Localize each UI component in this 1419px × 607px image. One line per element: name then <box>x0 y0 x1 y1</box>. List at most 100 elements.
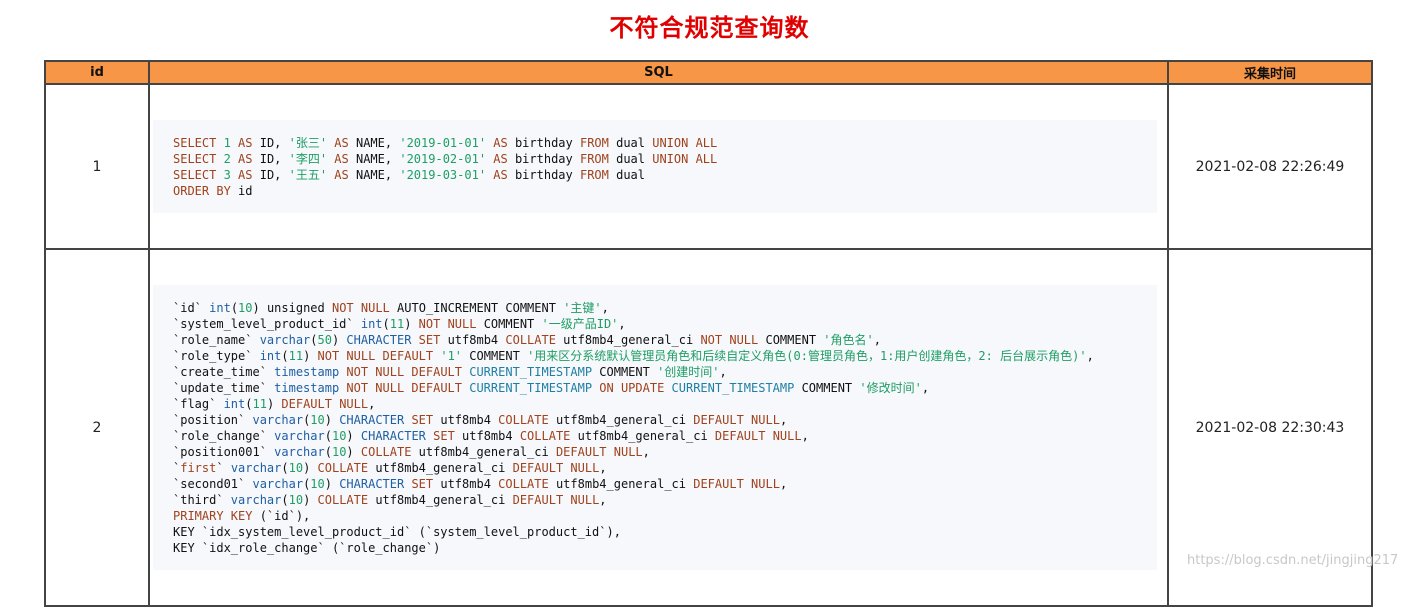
sql-token-str: '主键' <box>563 301 602 315</box>
sql-token-plain: utf8mb4_general_ci <box>577 429 715 443</box>
sql-token-plain: ( <box>281 461 289 475</box>
column-header-sql: SQL <box>148 60 1169 85</box>
sql-token-str: '2019-02-01' <box>399 152 487 166</box>
sql-code-block: SELECT 1 AS ID, '张三' AS NAME, '2019-01-0… <box>153 120 1157 213</box>
sql-token-type: varchar <box>274 429 325 443</box>
sql-token-kw: COLLATE <box>317 461 376 475</box>
sql-token-kw: AS <box>327 168 356 182</box>
column-header-id: id <box>44 60 150 85</box>
sql-token-plain: ) <box>346 429 361 443</box>
sql-token-plain: birthday <box>514 168 580 182</box>
sql-line: SELECT 1 AS ID, '张三' AS NAME, '2019-01-0… <box>173 135 1139 151</box>
column-header-time: 采集时间 <box>1167 60 1373 85</box>
sql-token-type: varchar <box>252 413 304 427</box>
sql-token-plain: birthday <box>514 136 580 150</box>
table-header-row: id SQL 采集时间 <box>44 60 1373 85</box>
sql-token-plain: COMMENT <box>599 365 658 379</box>
sql-token-num: 3 <box>223 168 231 182</box>
sql-token-plain: id <box>238 184 253 198</box>
sql-token-plain: ( <box>281 349 289 363</box>
sql-token-plain: `third` <box>173 493 231 507</box>
sql-token-num: 11 <box>389 317 405 331</box>
sql-token-kw: NOT NULL DEFAULT <box>346 365 470 379</box>
sql-cell: SELECT 1 AS ID, '张三' AS NAME, '2019-01-0… <box>148 83 1169 250</box>
sql-token-plain: , <box>801 429 809 443</box>
sql-token-plain: , <box>642 445 650 459</box>
sql-line: ORDER BY id <box>173 183 1139 199</box>
sql-token-plain: , <box>618 317 626 331</box>
sql-token-plain: utf8mb4 <box>447 333 506 347</box>
sql-token-plain: `position001` <box>173 445 275 459</box>
sql-token-plain: ) unsigned <box>252 301 332 315</box>
sql-token-plain: ( <box>245 397 253 411</box>
sql-line: `flag` int(11) DEFAULT NULL, <box>173 396 1139 412</box>
sql-line: `role_type` int(11) NOT NULL DEFAULT '1'… <box>173 348 1139 364</box>
sql-token-kw: SET <box>418 333 448 347</box>
sql-token-num: 10 <box>288 461 304 475</box>
sql-token-kw: NOT NULL <box>418 317 484 331</box>
table-row: 1 SELECT 1 AS ID, '张三' AS NAME, '2019-01… <box>44 83 1373 250</box>
sql-token-plain: utf8mb4_general_ci <box>555 413 694 427</box>
sql-token-kw: SET <box>433 429 463 443</box>
sql-token-plain: utf8mb4 <box>462 429 520 443</box>
sql-token-type: int <box>259 349 282 363</box>
sql-token-plain: , <box>779 477 788 491</box>
sql-line: `third` varchar(10) COLLATE utf8mb4_gene… <box>173 492 1139 508</box>
nonconforming-queries-table: id SQL 采集时间 1 SELECT 1 AS ID, '张三' AS NA… <box>44 60 1373 607</box>
sql-token-kw: NOT NULL DEFAULT <box>317 349 441 363</box>
sql-token-kw: COLLATE <box>498 413 556 427</box>
sql-token-num: 10 <box>238 301 253 315</box>
sql-line: `first` varchar(10) COLLATE utf8mb4_gene… <box>173 460 1139 476</box>
sql-token-plain: `system_level_product_id` <box>173 317 361 331</box>
sql-token-kw: AS <box>327 136 356 150</box>
sql-cell: `id` int(10) unsigned NOT NULL AUTO_INCR… <box>148 248 1169 607</box>
sql-token-bi: CURRENT_TIMESTAMP <box>469 365 600 379</box>
sql-token-kw: AS <box>486 152 515 166</box>
sql-token-num: 10 <box>310 477 325 491</box>
sql-token-plain: ) <box>303 349 318 363</box>
row-id: 1 <box>44 83 150 250</box>
sql-token-plain: ( <box>281 493 289 507</box>
sql-token-kw: DEFAULT NULL <box>512 461 600 475</box>
sql-token-plain: birthday <box>514 152 580 166</box>
sql-token-plain: `role_type` <box>173 349 260 363</box>
sql-line: `update_time` timestamp NOT NULL DEFAULT… <box>173 380 1139 396</box>
sql-line: `system_level_product_id` int(11) NOT NU… <box>173 316 1139 332</box>
sql-token-num: 11 <box>288 349 304 363</box>
table-row: 2 `id` int(10) unsigned NOT NULL AUTO_IN… <box>44 248 1373 607</box>
sql-token-plain: ) <box>303 493 318 507</box>
sql-token-kw: NOT NULL <box>700 333 766 347</box>
sql-token-plain: ` <box>216 461 231 475</box>
sql-token-kw: SELECT <box>173 136 224 150</box>
sql-token-plain: `position` <box>173 413 253 427</box>
sql-token-plain: ) <box>331 333 347 347</box>
sql-token-kw: DEFAULT NULL <box>555 445 643 459</box>
sql-token-num: 50 <box>317 333 332 347</box>
sql-token-kw: DEFAULT NULL <box>714 429 802 443</box>
sql-token-type: varchar <box>252 477 304 491</box>
sql-token-plain: `role_change` <box>173 429 275 443</box>
sql-token-kw: DEFAULT NULL <box>281 397 369 411</box>
sql-line: `id` int(10) unsigned NOT NULL AUTO_INCR… <box>173 300 1139 316</box>
sql-token-kw: COLLATE <box>498 477 556 491</box>
sql-token-plain: , <box>601 301 609 315</box>
sql-token-kw: FROM <box>579 136 617 150</box>
sql-token-str: '用来区分系统默认管理员角色和后续自定义角色(0:管理员角色，1:用户创建角色，… <box>527 349 1087 363</box>
sql-token-type: int <box>209 301 231 315</box>
sql-token-plain: NAME, <box>355 168 400 182</box>
sql-token-str: '一级产品ID' <box>541 317 619 331</box>
sql-token-plain: utf8mb4_general_ci <box>563 333 701 347</box>
sql-token-plain: ID, <box>259 136 289 150</box>
sql-token-kw: DEFAULT NULL <box>693 477 780 491</box>
sql-token-type: varchar <box>230 461 282 475</box>
sql-token-plain: COMMENT <box>765 333 824 347</box>
sql-token-type: int <box>223 397 246 411</box>
sql-token-str: '2019-03-01' <box>399 168 487 182</box>
sql-token-plain: , <box>873 333 881 347</box>
sql-token-kw: AS <box>230 136 260 150</box>
sql-line: `role_name` varchar(50) CHARACTER SET ut… <box>173 332 1139 348</box>
sql-token-plain: ID, <box>259 168 289 182</box>
sql-token-plain: NAME, <box>355 152 400 166</box>
sql-line: `role_change` varchar(10) CHARACTER SET … <box>173 428 1139 444</box>
sql-line: SELECT 3 AS ID, '王五' AS NAME, '2019-03-0… <box>173 167 1139 183</box>
